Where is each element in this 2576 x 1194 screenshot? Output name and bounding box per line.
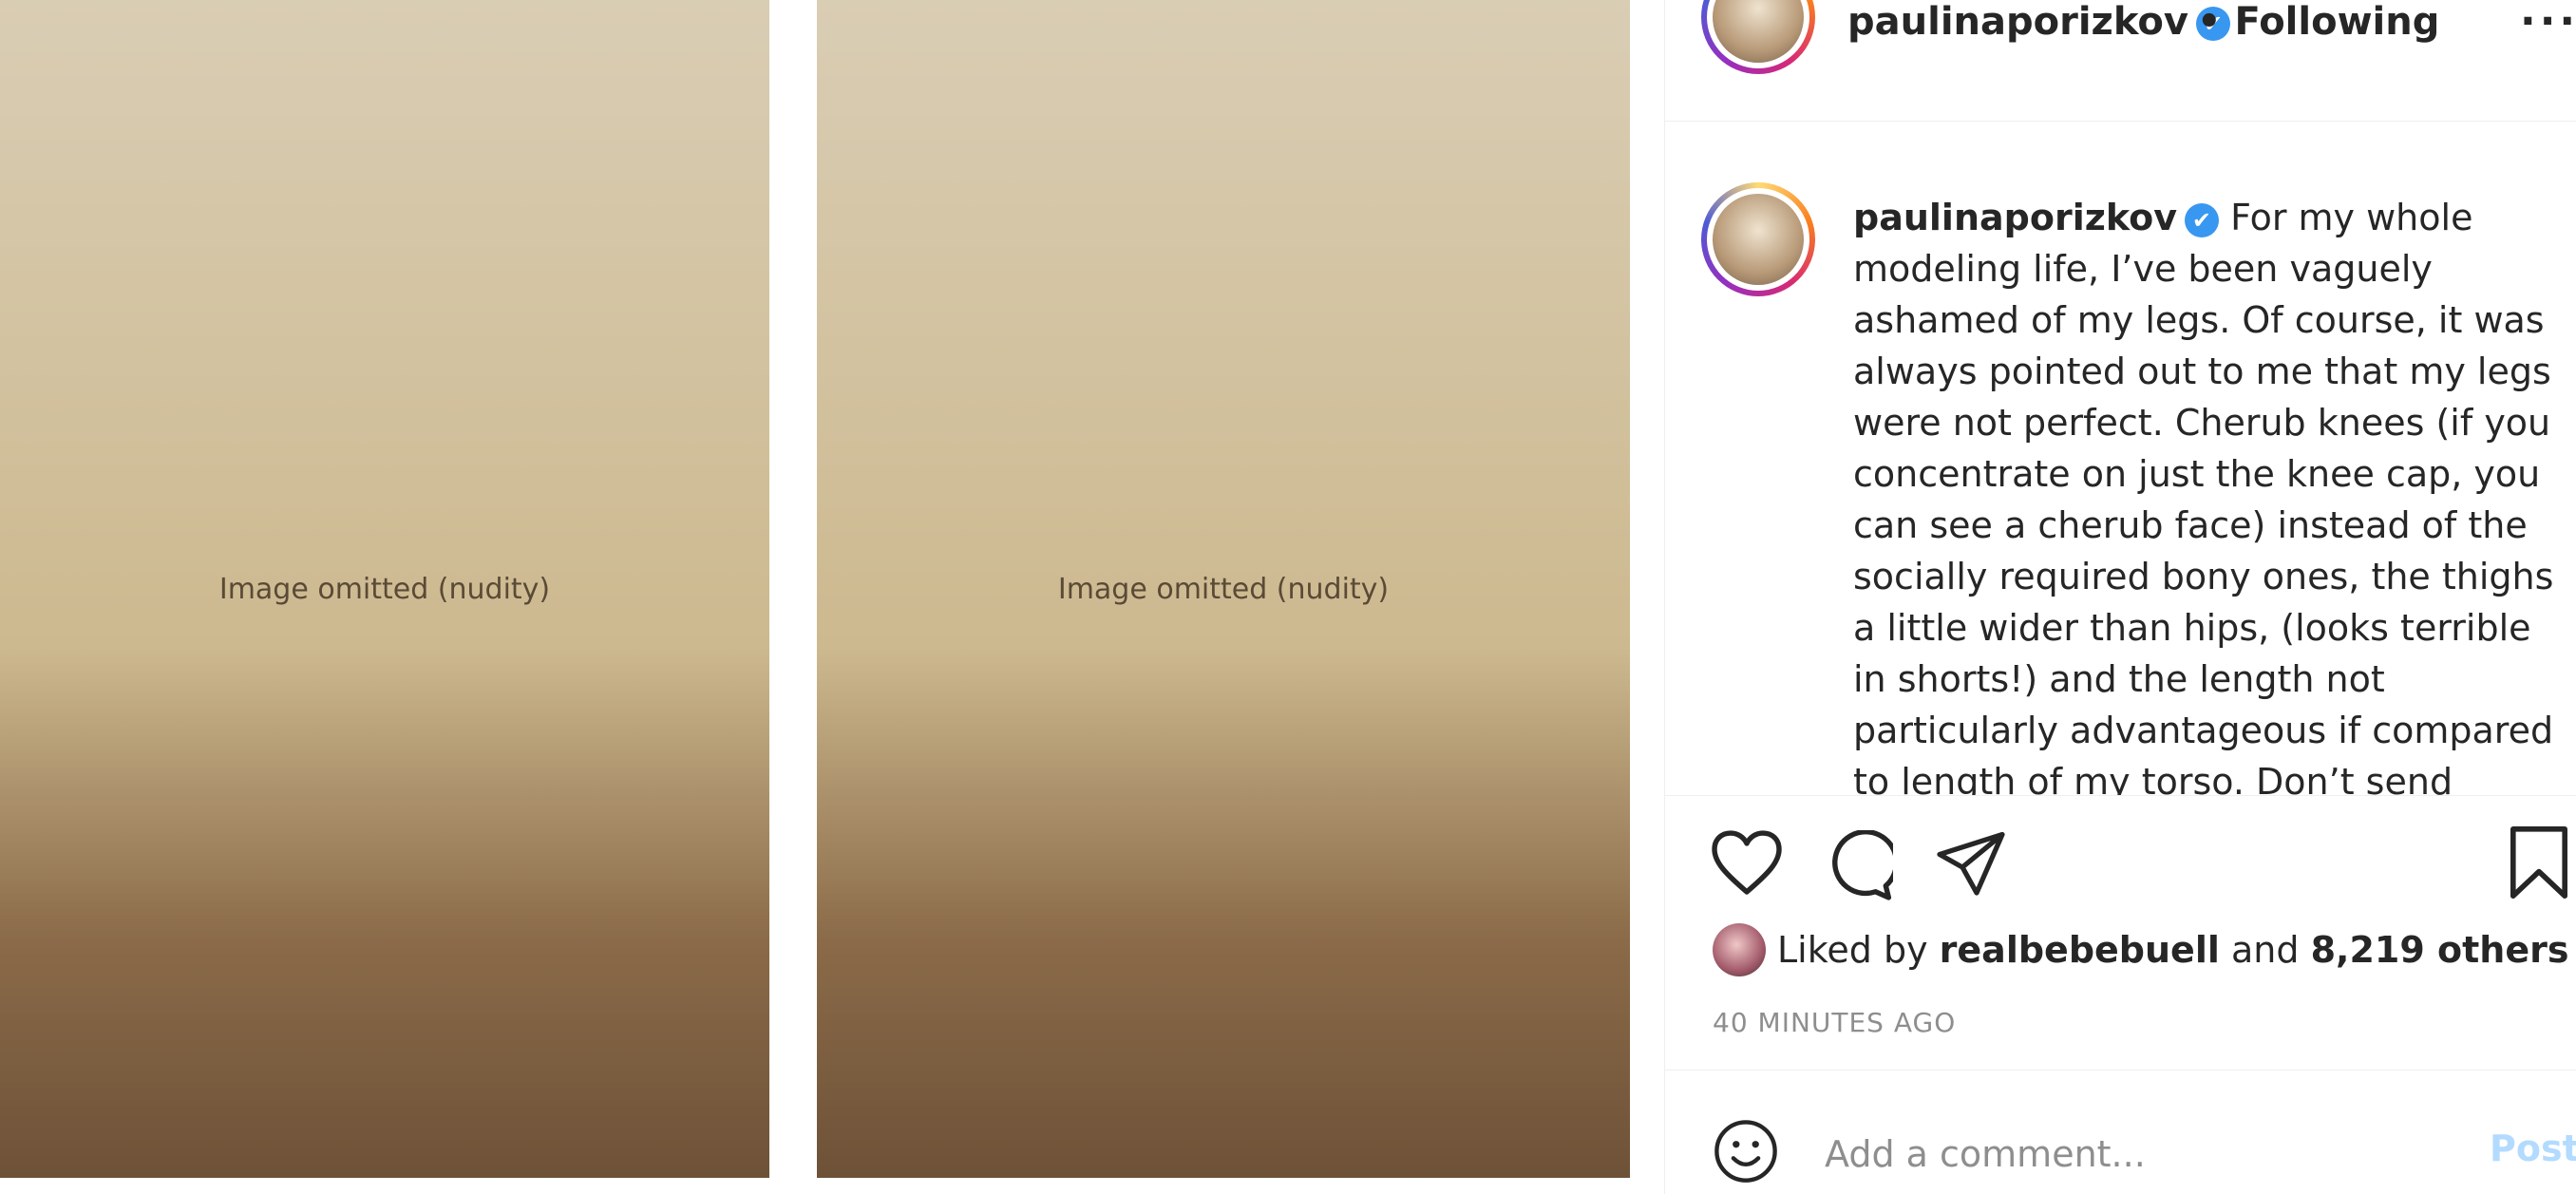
bookmark-icon[interactable] — [2509, 824, 2569, 900]
action-bar: Liked by realbebebuell and 8,219 others … — [1665, 796, 2576, 1038]
likes-summary: Liked by realbebebuell and 8,219 others — [1713, 923, 2568, 976]
post-header: paulinaporizkov ✔ • Following ... — [1665, 0, 2576, 122]
post-media: Image omitted (nudity) Image omitted (nu… — [0, 0, 1664, 1194]
emoji-icon[interactable] — [1713, 1118, 1779, 1188]
comment-input[interactable] — [1825, 1128, 2433, 1181]
post-side-panel: paulinaporizkov ✔ • Following ... paulina… — [1664, 0, 2576, 1194]
photo-left[interactable]: Image omitted (nudity) — [0, 0, 769, 1178]
liker-avatar[interactable] — [1713, 923, 1766, 976]
more-options-icon[interactable]: ... — [2520, 0, 2576, 35]
photo-right[interactable]: Image omitted (nudity) — [817, 0, 1630, 1178]
likes-others-link[interactable]: 8,219 others — [2311, 929, 2569, 971]
caption-body: For my whole modeling life, I’ve been va… — [1853, 197, 2554, 796]
author-avatar[interactable] — [1701, 0, 1815, 74]
likes-and-label: and — [2230, 929, 2300, 971]
heart-icon[interactable] — [1711, 830, 1783, 895]
author-username[interactable]: paulinaporizkov ✔ — [1847, 0, 2230, 44]
caption-avatar[interactable] — [1701, 182, 1815, 296]
photo-left-omitted-note: Image omitted (nudity) — [218, 572, 551, 606]
post-timestamp: 40 MINUTES AGO — [1713, 1007, 1957, 1038]
comment-composer: Post — [1665, 1070, 2576, 1194]
post-button[interactable]: Post — [2490, 1128, 2576, 1169]
photo-right-omitted-note: Image omitted (nudity) — [1057, 572, 1390, 606]
liker-username[interactable]: realbebebuell — [1940, 929, 2220, 971]
caption-text: paulinaporizkov ✔ For my whole modeling l… — [1853, 192, 2556, 796]
verified-icon: ✔ — [2184, 202, 2219, 237]
caption-area: paulinaporizkov ✔ For my whole modeling l… — [1665, 122, 2576, 796]
liked-by-label: Liked by — [1777, 929, 1928, 971]
following-button[interactable]: • Following — [2197, 0, 2439, 44]
comment-icon[interactable] — [1823, 830, 1893, 900]
share-icon[interactable] — [1937, 830, 2005, 899]
caption-username[interactable]: paulinaporizkov — [1853, 197, 2177, 238]
